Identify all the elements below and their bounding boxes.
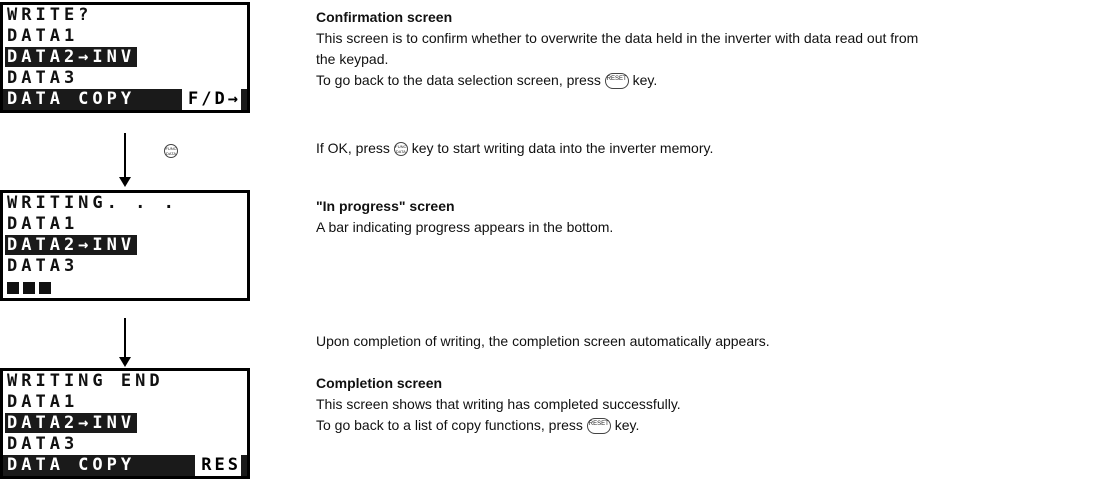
reset-key-icon: RESET xyxy=(586,418,611,435)
lcd-row-data2-selected: DATA2→INV xyxy=(5,235,138,255)
lcd-row-title: WRITING END xyxy=(7,371,164,391)
flow-arrow-2 xyxy=(124,318,126,358)
lcd-row-data1: DATA1 xyxy=(7,26,79,46)
lcd-row-data-copy-label: DATA COPY xyxy=(7,455,136,475)
lcd-row-data2-selected: DATA2→INV xyxy=(5,413,138,433)
progress-block xyxy=(7,281,19,294)
completion-line-1: This screen shows that writing has compl… xyxy=(316,396,681,412)
lcd-row-sub-label: F/D→ xyxy=(182,89,241,110)
progress-block xyxy=(39,281,51,294)
completion-auto-note: Upon completion of writing, the completi… xyxy=(316,333,770,349)
confirmation-line-1: This screen is to confirm whether to ove… xyxy=(316,30,919,46)
func-data-key-icon: FUNC DATA xyxy=(164,143,178,158)
lcd-row-title: WRITING. . . xyxy=(7,193,178,213)
lcd-row-data1: DATA1 xyxy=(7,214,79,234)
ok-instruction: If OK, press FUNC DATA key to start writ… xyxy=(316,140,714,157)
confirmation-lcd-screen: WRITE? DATA1 DATA2→INV DATA3 DATA COPY F… xyxy=(0,2,250,113)
completion-line-2: To go back to a list of copy functions, … xyxy=(316,417,640,435)
completion-lcd-screen: WRITING END DATA1 DATA2→INV DATA3 DATA C… xyxy=(0,368,250,479)
confirmation-heading: Confirmation screen xyxy=(316,9,453,25)
lcd-row-data-copy: DATA COPY F/D→ xyxy=(3,89,247,110)
flow-arrow-1 xyxy=(124,133,126,177)
in-progress-lcd-screen: WRITING. . . DATA1 DATA2→INV DATA3 xyxy=(0,190,250,301)
progress-line: A bar indicating progress appears in the… xyxy=(316,219,614,235)
progress-heading: "In progress" screen xyxy=(316,198,455,214)
lcd-row-data1: DATA1 xyxy=(7,392,79,412)
lcd-row-title: WRITE? xyxy=(7,5,93,25)
lcd-row-data-copy-label: DATA COPY xyxy=(7,89,136,109)
progress-description: "In progress" screen A bar indicating pr… xyxy=(316,196,1086,238)
progress-block xyxy=(23,281,35,294)
lcd-row-data3: DATA3 xyxy=(7,256,79,276)
lcd-row-sub-label: RES xyxy=(195,455,241,476)
completion-description: Completion screen This screen shows that… xyxy=(316,373,1086,436)
flow-arrow-1-head xyxy=(119,177,131,187)
lcd-row-data-copy: DATA COPY RES xyxy=(3,455,247,476)
flow-arrow-2-head xyxy=(119,357,131,367)
completion-heading: Completion screen xyxy=(316,375,443,391)
func-data-key-icon: FUNC DATA xyxy=(393,142,408,157)
reset-key-icon: RESET xyxy=(604,73,629,90)
confirmation-line-2: the keypad. xyxy=(316,51,389,67)
progress-bar xyxy=(3,277,247,298)
lcd-row-data3: DATA3 xyxy=(7,68,79,88)
lcd-row-data3: DATA3 xyxy=(7,434,79,454)
confirmation-description: Confirmation screen This screen is to co… xyxy=(316,7,1086,91)
confirmation-line-3: To go back to the data selection screen,… xyxy=(316,72,658,90)
lcd-row-data2-selected: DATA2→INV xyxy=(5,47,138,67)
